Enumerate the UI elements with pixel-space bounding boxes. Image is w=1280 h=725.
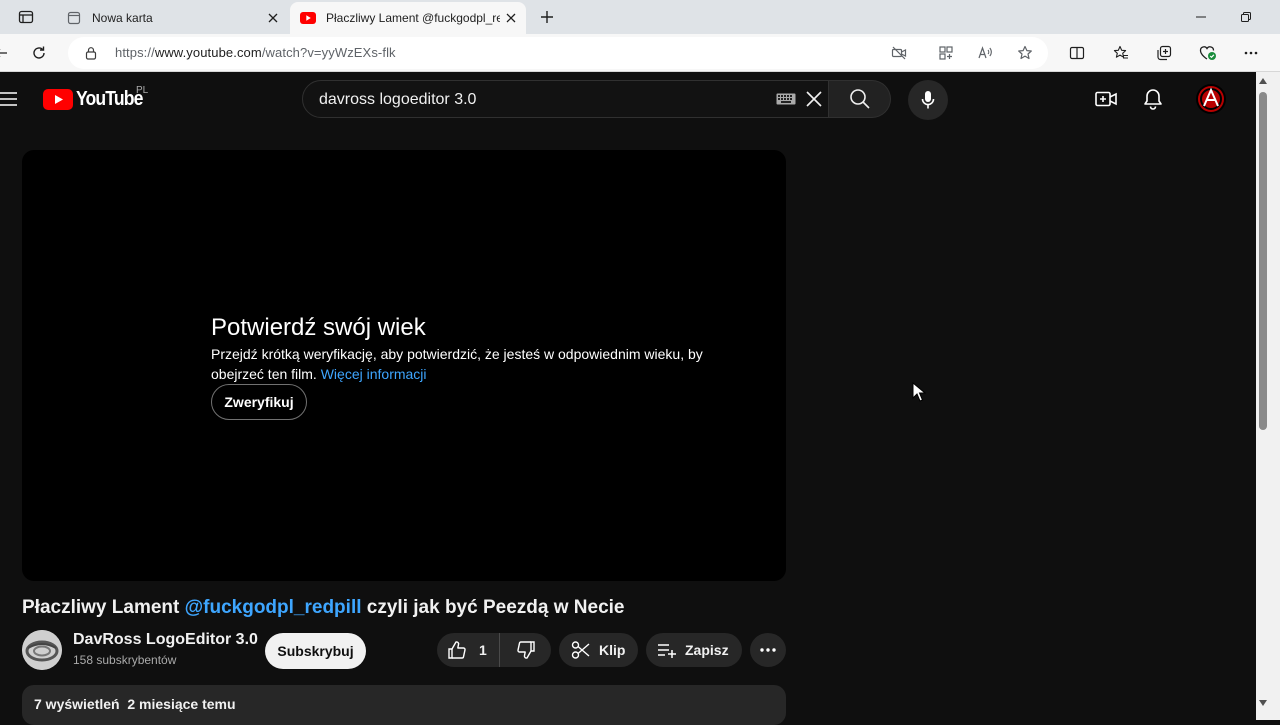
scroll-down-icon[interactable] <box>1259 700 1267 706</box>
save-label: Zapisz <box>685 642 729 658</box>
channel-avatar[interactable] <box>22 630 62 670</box>
back-icon[interactable] <box>0 40 14 66</box>
account-avatar[interactable] <box>1196 84 1226 114</box>
anarchy-logo-icon <box>1198 86 1224 112</box>
url-host: www.youtube.com <box>154 45 262 60</box>
tab-youtube-video[interactable]: Płaczliwy Lament @fuckgodpl_re <box>290 2 526 34</box>
upload-date: 2 miesiące temu <box>127 696 236 712</box>
read-aloud-icon[interactable] <box>972 40 998 66</box>
refresh-icon[interactable] <box>26 40 52 66</box>
clip-label: Klip <box>599 642 626 658</box>
dislike-button[interactable] <box>500 633 536 667</box>
like-button[interactable]: 1 <box>437 633 500 667</box>
url-text: https://www.youtube.com/watch?v=yyWzEXs-… <box>115 45 396 60</box>
new-tab-button[interactable] <box>536 6 558 28</box>
collections-icon[interactable] <box>1151 40 1177 66</box>
tab-actions-icon[interactable] <box>14 6 38 28</box>
split-screen-icon[interactable] <box>1064 40 1090 66</box>
close-icon[interactable] <box>500 7 522 29</box>
youtube-play-icon <box>43 88 73 110</box>
more-horizontal-icon <box>760 648 776 652</box>
more-options-icon[interactable] <box>1238 40 1264 66</box>
search-box <box>302 80 829 119</box>
lock-icon[interactable] <box>78 40 104 66</box>
notifications-bell-icon[interactable] <box>1140 86 1166 112</box>
subscriber-count: 158 subskrybentów <box>73 653 177 667</box>
scrollbar-thumb[interactable] <box>1259 92 1267 430</box>
app-available-icon[interactable] <box>933 40 959 66</box>
like-dislike-group: 1 <box>437 633 551 667</box>
tab-title: Płaczliwy Lament @fuckgodpl_re <box>326 11 500 25</box>
url-prefix: https:// <box>115 45 155 60</box>
camera-off-icon[interactable] <box>886 40 912 66</box>
youtube-favicon <box>300 10 316 26</box>
scissors-icon <box>571 641 590 659</box>
browser-tab-bar: Nowa karta Płaczliwy Lament @fuckgodpl_r… <box>0 0 1280 34</box>
tab-title: Nowa karta <box>92 11 153 25</box>
age-gate-title: Potwierdź swój wiek <box>211 314 426 341</box>
thumbs-down-icon <box>517 641 535 659</box>
clip-button[interactable]: Klip <box>559 633 638 667</box>
video-title: Płaczliwy Lament @fuckgodpl_redpill czyl… <box>22 597 624 619</box>
close-icon[interactable] <box>262 7 284 29</box>
page-icon <box>66 10 82 26</box>
keyboard-icon[interactable] <box>773 86 799 112</box>
clear-search-icon[interactable] <box>801 86 827 112</box>
favorite-star-icon[interactable] <box>1012 40 1038 66</box>
channel-name[interactable]: DavRoss LogoEditor 3.0 <box>73 631 258 649</box>
favorites-icon[interactable] <box>1108 40 1134 66</box>
minimize-icon[interactable] <box>1186 6 1216 28</box>
search-icon <box>849 89 870 109</box>
video-meta: 7 wyświetleń 2 miesiące temu <box>34 696 236 712</box>
add-to-playlist-icon <box>658 644 676 658</box>
create-video-icon[interactable] <box>1092 86 1120 112</box>
video-player[interactable]: Potwierdź swój wiek Przejdź krótką weryf… <box>22 150 786 581</box>
microphone-icon <box>921 91 935 109</box>
video-title-part2: czyli jak być Peezdą w Necie <box>366 597 625 618</box>
menu-icon[interactable] <box>0 86 22 112</box>
scroll-up-icon[interactable] <box>1259 78 1267 84</box>
url-path: /watch?v=yyWzEXs-flk <box>261 45 396 60</box>
thumbs-up-icon <box>448 641 466 659</box>
more-actions-button[interactable] <box>750 633 786 667</box>
description-box[interactable]: 7 wyświetleń 2 miesiące temu <box>22 685 786 725</box>
channel-mention-link[interactable]: @fuckgodpl_redpill <box>185 597 362 618</box>
channel-logo-icon <box>22 630 62 670</box>
search-input[interactable] <box>317 81 761 119</box>
region-code: PL <box>136 85 149 96</box>
address-bar[interactable]: https://www.youtube.com/watch?v=yyWzEXs-… <box>68 37 1048 69</box>
search-button[interactable] <box>829 80 891 118</box>
browser-toolbar: https://www.youtube.com/watch?v=yyWzEXs-… <box>0 34 1280 72</box>
browser-essentials-icon[interactable] <box>1195 40 1221 66</box>
youtube-logo-text: YouTube <box>76 87 143 110</box>
restore-icon[interactable] <box>1231 6 1261 28</box>
age-gate-message: Przejdź krótką weryfikację, aby potwierd… <box>211 344 731 384</box>
voice-search-button[interactable] <box>908 80 948 120</box>
more-info-link[interactable]: Więcej informacji <box>321 366 427 382</box>
save-button[interactable]: Zapisz <box>646 633 742 667</box>
video-title-part1: Płaczliwy Lament <box>22 597 180 618</box>
age-gate-text: Przejdź krótką weryfikację, aby potwierd… <box>211 346 703 382</box>
verify-button[interactable]: Zweryfikuj <box>211 384 307 420</box>
mouse-cursor-icon <box>912 382 926 402</box>
view-count: 7 wyświetleń <box>34 696 120 712</box>
page-scrollbar[interactable] <box>1256 72 1280 720</box>
like-count: 1 <box>479 642 487 658</box>
subscribe-button[interactable]: Subskrybuj <box>265 633 366 669</box>
tab-new-tab[interactable]: Nowa karta <box>56 2 288 34</box>
